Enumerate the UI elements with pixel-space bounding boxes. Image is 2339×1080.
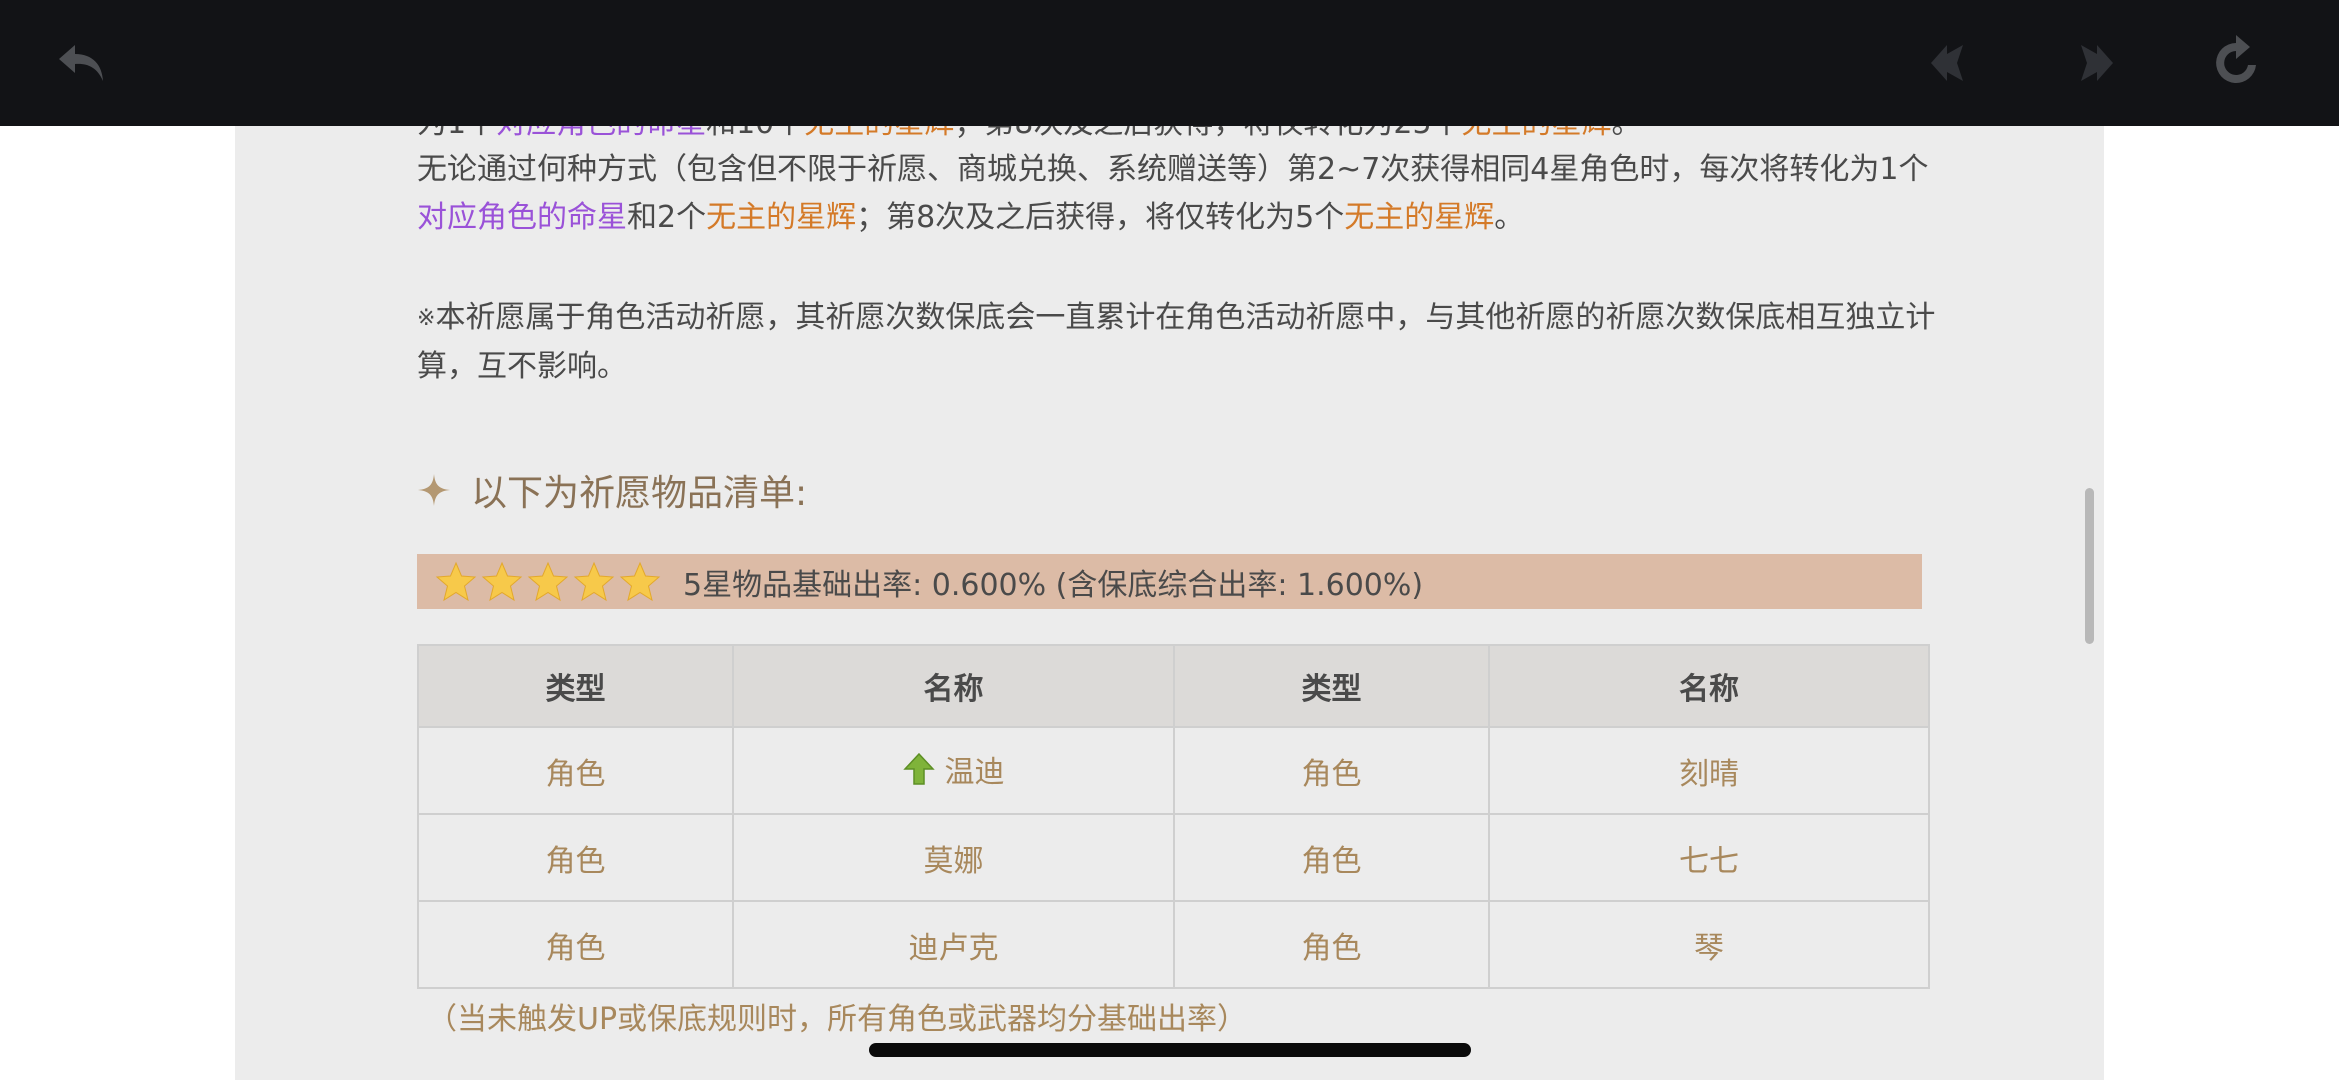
type-cell: 角色 [417, 813, 734, 902]
type-cell: 角色 [417, 900, 734, 989]
highlight-starglitter: 无主的星辉 [706, 200, 857, 235]
paragraph-4star-duplicate: 无论通过何种方式（包含但不限于祈愿、商城兑换、系统赠送等）第2~7次获得相同4星… [417, 146, 1957, 242]
scrollbar-thumb[interactable] [2085, 488, 2094, 644]
sparkle-icon [418, 474, 450, 506]
section-title: 以下为祈愿物品清单: [471, 473, 808, 514]
table-row: 角色 莫娜 角色 七七 [417, 813, 1930, 902]
star-icon [435, 561, 477, 601]
text-fragment: ；第8次及之后获得，将仅转化为5个 [856, 200, 1345, 235]
back-arrow-icon [59, 45, 103, 81]
type-cell: 角色 [417, 726, 734, 815]
page: 为1个对应角色的命星和10个无主的星辉；第8次及之后获得，将仅转化为25个无主的… [0, 0, 2339, 1080]
top-toolbar [0, 0, 2339, 126]
text-fragment: 本祈愿属于角色活动祈愿，其祈愿次数保底会一直累计在角色活动祈愿中，与其他祈愿的祈… [417, 300, 1936, 384]
five-star-rate-banner: 5星物品基础出率: 0.600% (含保底综合出率: 1.600%) [417, 554, 1922, 609]
character-name: 温迪 [944, 755, 1005, 790]
table-row: 角色 迪卢克 角色 琴 [417, 900, 1930, 989]
article-content: 为1个对应角色的命星和10个无主的星辉；第8次及之后获得，将仅转化为25个无主的… [235, 0, 2104, 1080]
text-fragment: 和2个 [627, 200, 707, 235]
name-cell[interactable]: 琴 [1488, 900, 1930, 989]
star-icon [619, 561, 661, 601]
type-cell: 角色 [1173, 813, 1490, 902]
type-cell: 角色 [1173, 900, 1490, 989]
refresh-button[interactable] [2205, 32, 2267, 94]
text-fragment: 。 [1494, 200, 1525, 235]
home-indicator[interactable] [869, 1043, 1471, 1057]
back-button[interactable] [50, 32, 112, 94]
refresh-icon [2216, 35, 2256, 83]
table-row: 角色 温迪 角色 刻晴 [417, 726, 1930, 815]
column-header: 类型 [1173, 644, 1490, 728]
footnote: （当未触发UP或保底规则时，所有角色或武器均分基础出率） [427, 1002, 1248, 1037]
table-header-row: 类型 名称 类型 名称 [417, 644, 1930, 728]
wish-items-table: 类型 名称 类型 名称 角色 温迪 角色 刻晴 角色 莫娜 角色 七七 角色 迪… [417, 644, 1930, 989]
type-cell: 角色 [1173, 726, 1490, 815]
column-header: 名称 [1488, 644, 1930, 728]
prev-page-button[interactable] [1920, 32, 1982, 94]
prev-page-icon [1931, 45, 1963, 81]
name-cell[interactable]: 七七 [1488, 813, 1930, 902]
highlight-constellation: 对应角色的命星 [417, 200, 627, 235]
name-cell[interactable]: 温迪 [732, 726, 1175, 815]
section-heading: 以下为祈愿物品清单: [417, 460, 807, 520]
column-header: 类型 [417, 644, 734, 728]
next-page-icon [2081, 45, 2113, 81]
text-fragment: 无论通过何种方式（包含但不限于祈愿、商城兑换、系统赠送等）第2~7次获得相同4星… [417, 152, 1929, 187]
star-rating [435, 561, 661, 603]
paragraph-pity-note: ※本祈愿属于角色活动祈愿，其祈愿次数保底会一直累计在角色活动祈愿中，与其他祈愿的… [417, 294, 1957, 391]
column-header: 名称 [732, 644, 1175, 728]
rate-text: 5星物品基础出率: 0.600% (含保底综合出率: 1.600%) [683, 567, 1424, 603]
up-arrow-icon [902, 752, 935, 785]
reference-mark: ※ [417, 306, 436, 331]
name-cell[interactable]: 莫娜 [732, 813, 1175, 902]
name-cell[interactable]: 迪卢克 [732, 900, 1175, 989]
next-page-button[interactable] [2062, 32, 2124, 94]
star-icon [527, 561, 569, 601]
star-icon [481, 561, 523, 601]
highlight-starglitter: 无主的星辉 [1344, 200, 1495, 235]
star-icon [573, 561, 615, 601]
name-cell[interactable]: 刻晴 [1488, 726, 1930, 815]
